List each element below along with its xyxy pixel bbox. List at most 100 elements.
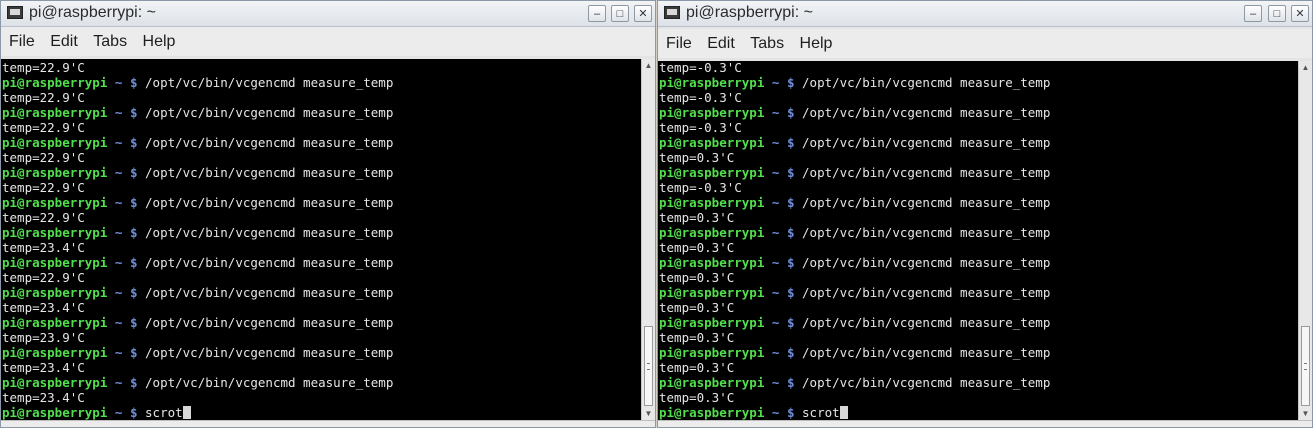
maximize-button[interactable]: □	[611, 5, 629, 22]
prompt-user: pi@raspberrypi	[659, 225, 765, 240]
command-line: pi@raspberrypi ~ $ /opt/vc/bin/vcgencmd …	[2, 75, 393, 90]
command-line: pi@raspberrypi ~ $ /opt/vc/bin/vcgencmd …	[659, 285, 1050, 300]
command-line: pi@raspberrypi ~ $ /opt/vc/bin/vcgencmd …	[2, 105, 393, 120]
prompt-user: pi@raspberrypi	[2, 195, 108, 210]
command-line: pi@raspberrypi ~ $ /opt/vc/bin/vcgencmd …	[2, 315, 393, 330]
output-line: temp=23.4'C	[2, 300, 85, 315]
prompt-user: pi@raspberrypi	[2, 165, 108, 180]
command-text: /opt/vc/bin/vcgencmd measure_temp	[145, 105, 394, 120]
scrollbar-thumb[interactable]	[644, 326, 653, 406]
cursor-block	[182, 406, 191, 419]
close-button[interactable]: ✕	[634, 5, 652, 22]
command-line: pi@raspberrypi ~ $ /opt/vc/bin/vcgencmd …	[659, 195, 1050, 210]
output-line: temp=22.9'C	[2, 120, 85, 135]
command-input[interactable]: scrot	[802, 405, 840, 420]
output-line: temp=-0.3'C	[659, 61, 742, 75]
maximize-button[interactable]: □	[1268, 5, 1286, 22]
menu-help[interactable]: Help	[800, 29, 833, 53]
close-button[interactable]: ✕	[1291, 5, 1309, 22]
command-line: pi@raspberrypi ~ $ /opt/vc/bin/vcgencmd …	[659, 75, 1050, 90]
prompt-symbol: $	[786, 285, 795, 300]
scroll-down-icon[interactable]: ▼	[1300, 408, 1311, 419]
prompt-user: pi@raspberrypi	[2, 135, 108, 150]
output-line: temp=-0.3'C	[659, 120, 742, 135]
prompt-user: pi@raspberrypi	[2, 345, 108, 360]
prompt-dir: ~	[771, 195, 780, 210]
prompt-dir: ~	[771, 285, 780, 300]
minimize-button[interactable]: –	[1244, 5, 1262, 22]
command-text: /opt/vc/bin/vcgencmd measure_temp	[145, 255, 394, 270]
output-line: temp=23.4'C	[2, 360, 85, 375]
output-line: temp=0.3'C	[659, 240, 735, 255]
prompt-user: pi@raspberrypi	[659, 105, 765, 120]
prompt-dir: ~	[114, 225, 123, 240]
vertical-scrollbar[interactable]: ▲ ▼	[1298, 61, 1312, 420]
terminal-output[interactable]: temp=-0.3'C pi@raspberrypi ~ $ /opt/vc/bi…	[658, 61, 1298, 420]
command-line: pi@raspberrypi ~ $ /opt/vc/bin/vcgencmd …	[2, 375, 393, 390]
command-text: /opt/vc/bin/vcgencmd measure_temp	[802, 195, 1051, 210]
prompt-symbol: $	[786, 255, 795, 270]
output-line: temp=0.3'C	[659, 150, 735, 165]
prompt-symbol: $	[129, 195, 138, 210]
prompt-user: pi@raspberrypi	[659, 375, 765, 390]
menu-file[interactable]: File	[9, 27, 35, 51]
prompt-symbol: $	[786, 135, 795, 150]
command-text: /opt/vc/bin/vcgencmd measure_temp	[145, 75, 394, 90]
scroll-up-icon[interactable]: ▲	[1300, 62, 1311, 73]
prompt-user: pi@raspberrypi	[2, 285, 108, 300]
prompt-dir: ~	[771, 345, 780, 360]
prompt-dir: ~	[114, 195, 123, 210]
menu-tabs[interactable]: Tabs	[750, 29, 784, 53]
command-input[interactable]: scrot	[145, 405, 183, 420]
prompt-symbol: $	[786, 75, 795, 90]
prompt-symbol: $	[786, 405, 795, 420]
prompt-symbol: $	[786, 375, 795, 390]
output-line: temp=22.9'C	[2, 60, 85, 75]
prompt-dir: ~	[771, 315, 780, 330]
prompt-user: pi@raspberrypi	[2, 105, 108, 120]
scrollbar-thumb[interactable]	[1301, 326, 1310, 406]
terminal-icon	[664, 6, 680, 19]
vertical-scrollbar[interactable]: ▲ ▼	[641, 59, 655, 420]
command-text: /opt/vc/bin/vcgencmd measure_temp	[145, 195, 394, 210]
prompt-user: pi@raspberrypi	[2, 75, 108, 90]
scroll-down-icon[interactable]: ▼	[643, 408, 654, 419]
title-bar[interactable]: pi@raspberrypi: ~ – □ ✕	[1, 1, 655, 27]
prompt-dir: ~	[114, 375, 123, 390]
prompt-user: pi@raspberrypi	[659, 195, 765, 210]
grip-icon	[647, 363, 650, 370]
menu-edit[interactable]: Edit	[707, 29, 735, 53]
command-text: /opt/vc/bin/vcgencmd measure_temp	[802, 75, 1051, 90]
command-text: /opt/vc/bin/vcgencmd measure_temp	[802, 225, 1051, 240]
prompt-user: pi@raspberrypi	[659, 345, 765, 360]
prompt-user: pi@raspberrypi	[659, 255, 765, 270]
menu-file[interactable]: File	[666, 29, 692, 53]
terminal-output[interactable]: temp=22.9'C pi@raspberrypi ~ $ /opt/vc/bi…	[1, 59, 641, 420]
prompt-user: pi@raspberrypi	[659, 165, 765, 180]
title-bar[interactable]: pi@raspberrypi: ~ – □ ✕	[658, 1, 1312, 27]
menu-edit[interactable]: Edit	[50, 27, 78, 51]
window-title: pi@raspberrypi: ~	[29, 4, 156, 21]
menu-help[interactable]: Help	[143, 27, 176, 51]
prompt-symbol: $	[129, 285, 138, 300]
prompt-dir: ~	[114, 285, 123, 300]
grip-icon	[1304, 363, 1307, 370]
prompt-dir: ~	[114, 315, 123, 330]
command-line: pi@raspberrypi ~ $ /opt/vc/bin/vcgencmd …	[659, 105, 1050, 120]
window-bottom-edge	[1, 420, 655, 427]
menu-tabs[interactable]: Tabs	[93, 27, 127, 51]
prompt-dir: ~	[771, 75, 780, 90]
scroll-up-icon[interactable]: ▲	[643, 60, 654, 71]
terminal-window-left[interactable]: pi@raspberrypi: ~ – □ ✕ File Edit Tabs H…	[0, 0, 656, 428]
prompt-user: pi@raspberrypi	[659, 135, 765, 150]
prompt-symbol: $	[786, 105, 795, 120]
output-line: temp=22.9'C	[2, 210, 85, 225]
command-text: /opt/vc/bin/vcgencmd measure_temp	[145, 315, 394, 330]
prompt-dir: ~	[771, 165, 780, 180]
window-bottom-edge	[658, 420, 1312, 427]
prompt-symbol: $	[129, 375, 138, 390]
terminal-window-right[interactable]: pi@raspberrypi: ~ – □ ✕ File Edit Tabs H…	[657, 0, 1313, 428]
command-text: /opt/vc/bin/vcgencmd measure_temp	[802, 105, 1051, 120]
output-line: temp=0.3'C	[659, 300, 735, 315]
minimize-button[interactable]: –	[588, 5, 606, 22]
